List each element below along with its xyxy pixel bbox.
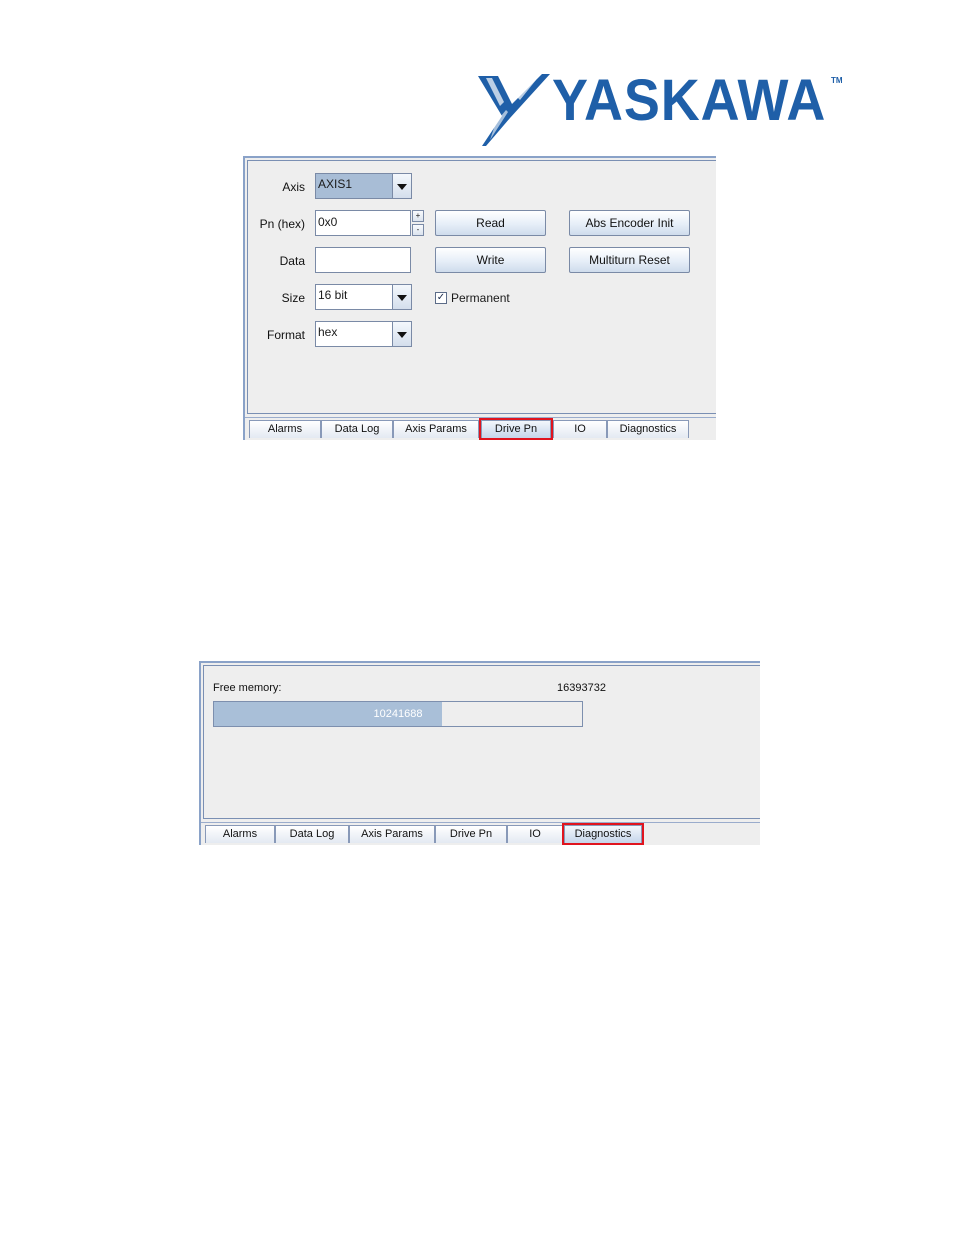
pn-label: Pn (hex) — [259, 217, 305, 231]
tab-data-log[interactable]: Data Log — [275, 825, 349, 843]
tab-drive-pn[interactable]: Drive Pn — [479, 418, 553, 440]
tab-drive-pn[interactable]: Drive Pn — [435, 825, 507, 843]
drive-pn-panel: Axis AXIS1 Pn (hex) 0x0 + - Data Size 16… — [243, 156, 716, 440]
size-label: Size — [281, 291, 305, 305]
tab-diagnostics[interactable]: Diagnostics — [562, 823, 644, 845]
format-label: Format — [266, 328, 305, 342]
tab-bar: Alarms Data Log Axis Params Drive Pn IO … — [245, 417, 716, 440]
tab-alarms[interactable]: Alarms — [249, 420, 321, 438]
chevron-down-icon[interactable] — [392, 322, 411, 346]
chevron-down-icon[interactable] — [392, 285, 411, 309]
tab-alarms[interactable]: Alarms — [205, 825, 275, 843]
yaskawa-logo: YASKAWA TM — [476, 70, 846, 148]
abs-encoder-init-button[interactable]: Abs Encoder Init — [569, 210, 690, 236]
spinner-down-icon[interactable]: - — [412, 224, 424, 236]
logo-wordmark: YASKAWA — [552, 68, 827, 133]
tab-axis-params[interactable]: Axis Params — [393, 420, 479, 438]
spinner-up-icon[interactable]: + — [412, 210, 424, 222]
permanent-label: Permanent — [451, 291, 510, 305]
data-input[interactable] — [315, 247, 411, 273]
total-memory-value: 16393732 — [557, 682, 606, 694]
chevron-down-icon[interactable] — [392, 174, 411, 198]
memory-progress-bar: 10241688 — [213, 701, 583, 727]
tab-io[interactable]: IO — [553, 420, 607, 438]
read-button[interactable]: Read — [435, 210, 546, 236]
size-select[interactable]: 16 bit — [315, 284, 412, 310]
write-button[interactable]: Write — [435, 247, 546, 273]
format-value: hex — [318, 325, 338, 339]
permanent-checkbox[interactable]: ✓ Permanent — [435, 291, 510, 305]
tab-bar: Alarms Data Log Axis Params Drive Pn IO … — [201, 822, 760, 845]
tab-io[interactable]: IO — [507, 825, 563, 843]
axis-label: Axis — [282, 180, 305, 194]
axis-select[interactable]: AXIS1 — [315, 173, 412, 199]
axis-value: AXIS1 — [316, 174, 392, 198]
multiturn-reset-button[interactable]: Multiturn Reset — [569, 247, 690, 273]
pn-input[interactable]: 0x0 — [315, 210, 411, 236]
format-select[interactable]: hex — [315, 321, 412, 347]
used-memory-value: 10241688 — [373, 708, 423, 720]
size-value: 16 bit — [318, 288, 348, 302]
pn-spinner[interactable]: + - — [412, 210, 424, 236]
data-label: Data — [279, 254, 305, 268]
tab-data-log[interactable]: Data Log — [321, 420, 393, 438]
diagnostics-content — [203, 665, 760, 819]
checkmark-icon[interactable]: ✓ — [435, 292, 447, 304]
tab-axis-params[interactable]: Axis Params — [349, 825, 435, 843]
trademark-mark: TM — [831, 76, 843, 85]
diagnostics-panel: Free memory: 16393732 10241688 Alarms Da… — [199, 661, 760, 845]
yaskawa-swoosh-icon — [478, 74, 550, 146]
free-memory-label: Free memory: — [213, 682, 282, 694]
tab-diagnostics[interactable]: Diagnostics — [607, 420, 689, 438]
